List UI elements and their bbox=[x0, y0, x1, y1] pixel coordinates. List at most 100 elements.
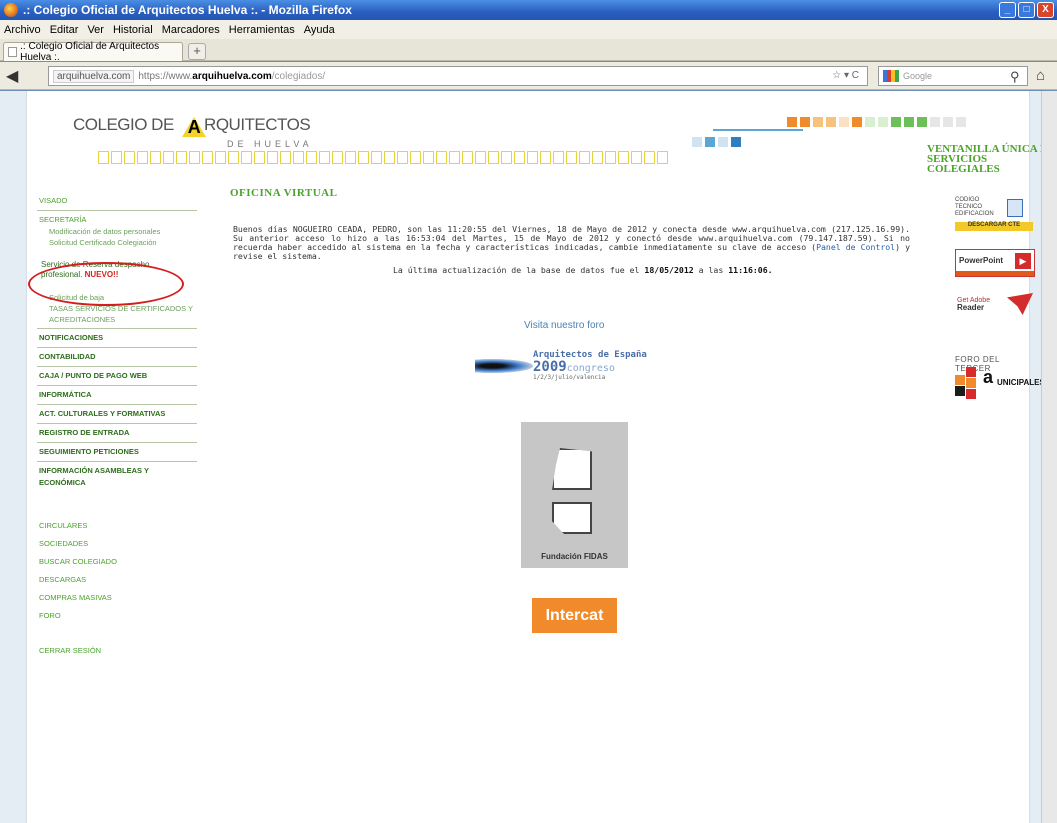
cte-download-label: DESCARGAR CTE bbox=[955, 222, 1033, 231]
munic-a: a bbox=[983, 367, 994, 387]
logo-rest: RQUITECTOS bbox=[204, 115, 311, 134]
navigation-bar: ◀ arquihuelva.com https://www.arquihuelv… bbox=[0, 62, 1057, 90]
menu-bar: Archivo Editar Ver Historial Marcadores … bbox=[0, 20, 1057, 39]
maximize-button[interactable]: □ bbox=[1018, 2, 1035, 18]
municipales-banner[interactable]: a UNICIPALES bbox=[955, 367, 1041, 401]
deco-square bbox=[410, 151, 421, 164]
back-arrow-icon[interactable]: ◀ bbox=[6, 66, 18, 86]
nav-divider bbox=[37, 461, 197, 462]
congreso-eye-icon bbox=[475, 359, 533, 373]
logo-a: A bbox=[182, 117, 207, 137]
search-box[interactable]: Google bbox=[878, 66, 1028, 86]
browser-tab[interactable]: .: Colegio Oficial de Arquitectos Huelva… bbox=[3, 41, 183, 63]
deco-square bbox=[332, 151, 343, 164]
firefox-icon bbox=[4, 3, 18, 17]
congreso-banner[interactable]: Arquitectos de España 2009congreso 1/2/3… bbox=[475, 350, 695, 384]
nav-secretaria[interactable]: SECRETARÍA bbox=[37, 214, 197, 226]
nav-visado[interactable]: VISADO bbox=[37, 195, 197, 207]
deco-square bbox=[731, 137, 741, 147]
deco-square bbox=[358, 151, 369, 164]
nav-sub-modificacion[interactable]: Modificación de datos personales bbox=[37, 226, 197, 237]
deco-square bbox=[826, 117, 836, 127]
nav-descargas[interactable]: DESCARGAS bbox=[37, 571, 197, 589]
nav-cerrar-sesion[interactable]: CERRAR SESIÓN bbox=[37, 645, 197, 657]
nav-divider bbox=[37, 366, 197, 367]
nav-buscar-colegiado[interactable]: BUSCAR COLEGIADO bbox=[37, 553, 197, 571]
site-logo[interactable]: COLEGIO DE A RQUITECTOS bbox=[73, 115, 311, 137]
welcome-message: Buenos días NOGUEIRO CEADA, PEDRO, son l… bbox=[233, 225, 910, 261]
google-icon bbox=[883, 70, 899, 82]
adobe-reader: Reader bbox=[957, 303, 985, 312]
deco-square bbox=[228, 151, 239, 164]
page-scrollbar[interactable] bbox=[1041, 91, 1057, 823]
url-text: https://www.arquihuelva.com/colegiados/ bbox=[138, 71, 325, 82]
url-protocol: https://www. bbox=[138, 70, 193, 82]
deco-square bbox=[488, 151, 499, 164]
blue-squares-deco bbox=[692, 137, 741, 147]
color-squares-deco bbox=[787, 117, 966, 127]
cte-banner[interactable]: CODIGO TECNICO EDIFICACION DESCARGAR CTE bbox=[955, 197, 1033, 231]
deco-square bbox=[891, 117, 901, 127]
deco-square bbox=[501, 151, 512, 164]
deco-square bbox=[718, 137, 728, 147]
munic-square bbox=[955, 375, 965, 385]
deco-square bbox=[111, 151, 122, 164]
nav-asambleas[interactable]: INFORMACIÓN ASAMBLEAS Y ECONÓMICA bbox=[37, 465, 197, 489]
deco-square bbox=[605, 151, 616, 164]
menu-historial[interactable]: Historial bbox=[113, 24, 153, 36]
ventanilla-unica-link[interactable]: VENTANILLA ÚNICA DE SERVICIOS COLEGIALES… bbox=[927, 144, 1041, 175]
powerpoint-viewer-banner[interactable]: PowerPoint ▶ bbox=[955, 249, 1035, 277]
panel-control-link[interactable]: Panel de Control bbox=[816, 242, 895, 252]
menu-herramientas[interactable]: Herramientas bbox=[229, 24, 295, 36]
decorative-line bbox=[713, 129, 803, 131]
deco-square bbox=[553, 151, 564, 164]
deco-square bbox=[397, 151, 408, 164]
nav-contabilidad[interactable]: CONTABILIDAD bbox=[37, 351, 197, 363]
nav-informatica[interactable]: INFORMÁTICA bbox=[37, 389, 197, 401]
nav-foro[interactable]: FORO bbox=[37, 607, 197, 625]
menu-marcadores[interactable]: Marcadores bbox=[162, 24, 220, 36]
menu-ayuda[interactable]: Ayuda bbox=[304, 24, 335, 36]
intercat-button[interactable]: Intercat bbox=[532, 598, 617, 633]
page-heading: OFICINA VIRTUAL bbox=[230, 187, 338, 199]
highlight-circle bbox=[28, 262, 184, 306]
nav-compras-masivas[interactable]: COMPRAS MASIVAS bbox=[37, 589, 197, 607]
ventanilla-line2: SERVICIOS COLEGIALES bbox=[927, 153, 1000, 175]
site-content: COLEGIO DE A RQUITECTOS DE HUELVA VENTANI… bbox=[26, 91, 1041, 823]
site-identity[interactable]: arquihuelva.com bbox=[53, 69, 135, 83]
home-icon[interactable]: ⌂ bbox=[1036, 67, 1045, 84]
reload-icon[interactable]: ☆ ▾ C bbox=[832, 70, 859, 81]
nav-seguimiento[interactable]: SEGUIMIENTO PETICIONES bbox=[37, 446, 197, 458]
deco-square bbox=[150, 151, 161, 164]
minimize-button[interactable]: _ bbox=[999, 2, 1016, 18]
nav-circulares[interactable]: CIRCULARES bbox=[37, 517, 197, 535]
address-bar[interactable]: arquihuelva.com https://www.arquihuelva.… bbox=[48, 66, 868, 86]
nav-divider bbox=[37, 385, 197, 386]
nav-sociedades[interactable]: SOCIEDADES bbox=[37, 535, 197, 553]
nav-sub-certificado[interactable]: Solicitud Certificado Colegiación bbox=[37, 237, 197, 248]
fidas-banner[interactable]: Fundación FIDAS bbox=[521, 422, 628, 568]
deco-square bbox=[436, 151, 447, 164]
nav-sub-tasas[interactable]: TASAS SERVICIOS DE CERTIFICADOS Y ACREDI… bbox=[37, 303, 197, 325]
deco-square bbox=[449, 151, 460, 164]
close-button[interactable]: X bbox=[1037, 2, 1054, 18]
deco-square bbox=[800, 117, 810, 127]
nav-registro[interactable]: REGISTRO DE ENTRADA bbox=[37, 427, 197, 439]
nav-notificaciones[interactable]: NOTIFICACIONES bbox=[37, 332, 197, 344]
adobe-reader-banner[interactable]: Get Adobe Reader bbox=[955, 291, 1035, 319]
greeting-text-a: Buenos días NOGUEIRO CEADA, PEDRO, son l… bbox=[233, 224, 910, 252]
new-tab-button[interactable]: + bbox=[188, 43, 206, 60]
powerpoint-label: PowerPoint bbox=[959, 256, 1004, 265]
nav-act-culturales[interactable]: ACT. CULTURALES Y FORMATIVAS bbox=[37, 408, 197, 420]
menu-archivo[interactable]: Archivo bbox=[4, 24, 41, 36]
nav-caja[interactable]: CAJA / PUNTO DE PAGO WEB bbox=[37, 370, 197, 382]
menu-ver[interactable]: Ver bbox=[87, 24, 104, 36]
page-viewport: COLEGIO DE A RQUITECTOS DE HUELVA VENTANI… bbox=[0, 91, 1041, 823]
update-date: 18/05/2012 bbox=[644, 265, 694, 275]
foro-link[interactable]: Visita nuestro foro bbox=[524, 320, 604, 331]
deco-square bbox=[579, 151, 590, 164]
search-icon[interactable]: ⚲ bbox=[1010, 69, 1020, 85]
deco-square bbox=[319, 151, 330, 164]
menu-editar[interactable]: Editar bbox=[50, 24, 79, 36]
